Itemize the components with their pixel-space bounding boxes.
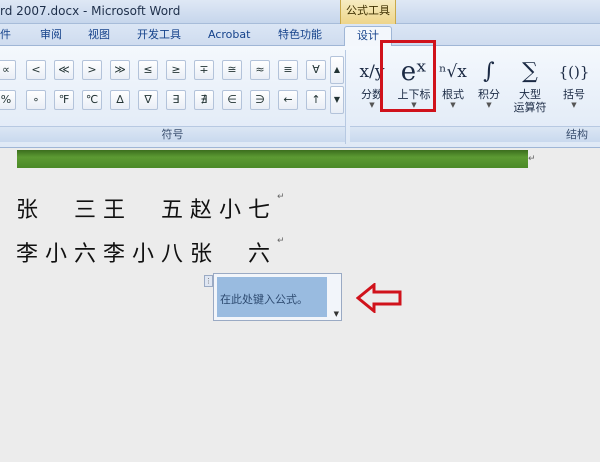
- grass-image: [17, 150, 528, 168]
- integral-button[interactable]: ∫ 积分 ▼: [472, 50, 506, 126]
- tab-review[interactable]: 审阅: [40, 27, 62, 45]
- symbol-fahrenheit[interactable]: ℉: [54, 90, 74, 110]
- chevron-down-icon: ▼: [450, 101, 456, 109]
- ribbon: ∝ < ≪ > ≫ ≤ ≥ ∓ ≅ ≈ ≡ ∀ % ∘ ℉ ℃ ∆ ∇ ∃ ∄ …: [0, 46, 600, 148]
- equation-options-dropdown-icon[interactable]: ▼: [334, 310, 339, 318]
- symbol-less-than[interactable]: <: [26, 60, 46, 80]
- symbol-exists[interactable]: ∃: [166, 90, 186, 110]
- tab-file[interactable]: 件: [0, 27, 11, 45]
- document-line-2[interactable]: 李小六李小八张 六↵: [16, 236, 285, 268]
- symbol-contains[interactable]: ∋: [250, 90, 270, 110]
- equation-tools-context-tab: 公式工具: [340, 0, 396, 24]
- equation-move-handle[interactable]: ⋮: [204, 275, 213, 287]
- symbol-increment[interactable]: ∆: [110, 90, 130, 110]
- tab-view[interactable]: 视图: [88, 27, 110, 45]
- bracket-button[interactable]: {()} 括号 ▼: [554, 50, 594, 126]
- symbols-scroll-down-button[interactable]: ▼: [330, 86, 344, 114]
- red-arrow-icon: [356, 283, 402, 313]
- symbol-up-arrow[interactable]: ↑: [306, 90, 326, 110]
- paragraph-mark-icon: ↵: [277, 192, 285, 202]
- symbol-percent[interactable]: %: [0, 90, 16, 110]
- symbol-much-greater-than[interactable]: ≫: [110, 60, 130, 80]
- tab-developer[interactable]: 开发工具: [137, 27, 181, 45]
- tab-special-features[interactable]: 特色功能: [278, 27, 322, 45]
- symbol-left-arrow[interactable]: ←: [278, 90, 298, 110]
- symbol-less-equal[interactable]: ≤: [138, 60, 158, 80]
- symbol-identical[interactable]: ≡: [278, 60, 298, 80]
- symbol-not-exists[interactable]: ∄: [194, 90, 214, 110]
- symbols-group: ∝ < ≪ > ≫ ≤ ≥ ∓ ≅ ≈ ≡ ∀ % ∘ ℉ ℃ ∆ ∇ ∃ ∄ …: [0, 50, 346, 144]
- symbol-element-of[interactable]: ∈: [222, 90, 242, 110]
- bracket-icon: {()}: [558, 63, 590, 81]
- symbol-greater-equal[interactable]: ≥: [166, 60, 186, 80]
- paragraph-mark-icon: ↵: [277, 236, 285, 246]
- symbol-approx[interactable]: ≈: [250, 60, 270, 80]
- script-button-highlight: [380, 40, 436, 112]
- symbol-for-all[interactable]: ∀: [306, 60, 326, 80]
- integral-icon: ∫: [483, 59, 495, 84]
- symbols-group-label: 符号: [0, 126, 345, 142]
- radical-button[interactable]: ⁿ√x 根式 ▼: [436, 50, 470, 126]
- chevron-down-icon: ▼: [486, 101, 492, 109]
- equation-placeholder-text: 在此处键入公式。: [220, 293, 308, 306]
- paragraph-mark-icon: ↵: [528, 154, 536, 164]
- symbol-ring[interactable]: ∘: [26, 90, 46, 110]
- symbol-congruent[interactable]: ≅: [222, 60, 242, 80]
- radical-icon: ⁿ√x: [439, 62, 467, 82]
- symbol-greater-than[interactable]: >: [82, 60, 102, 80]
- ribbon-tab-bar: 件 审阅 视图 开发工具 Acrobat 特色功能 设计: [0, 24, 600, 47]
- symbol-much-less-than[interactable]: ≪: [54, 60, 74, 80]
- window-title: rd 2007.docx - Microsoft Word: [0, 4, 181, 18]
- tab-acrobat[interactable]: Acrobat: [208, 27, 250, 45]
- symbols-scroll-up-button[interactable]: ▲: [330, 56, 344, 84]
- document-line-1[interactable]: 张 三王 五赵小七↵: [16, 192, 285, 224]
- symbol-minus-plus[interactable]: ∓: [194, 60, 214, 80]
- equation-placeholder-highlight: 在此处键入公式。: [217, 277, 327, 317]
- equation-box[interactable]: 在此处键入公式。 ▼: [213, 273, 342, 321]
- structures-group-label: 结构: [350, 126, 600, 142]
- title-bar: rd 2007.docx - Microsoft Word 公式工具: [0, 0, 600, 24]
- symbol-nabla[interactable]: ∇: [138, 90, 158, 110]
- symbol-proportional[interactable]: ∝: [0, 60, 16, 80]
- chevron-down-icon: ▼: [571, 101, 577, 109]
- symbol-celsius[interactable]: ℃: [82, 90, 102, 110]
- summation-icon: ∑: [522, 59, 538, 84]
- large-operator-button[interactable]: ∑ 大型 运算符: [508, 50, 552, 126]
